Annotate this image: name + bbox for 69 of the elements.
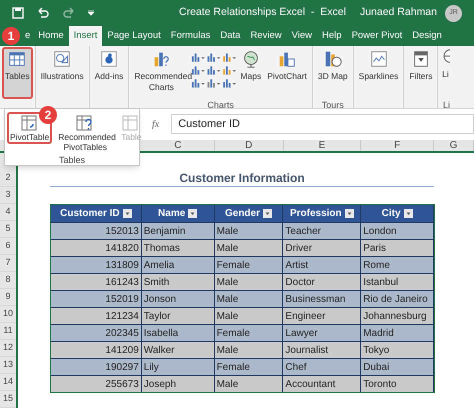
row-number[interactable]: 10 bbox=[0, 306, 16, 323]
function-icon[interactable]: fx bbox=[152, 116, 160, 132]
ribbon-button[interactable]: Filters bbox=[406, 47, 436, 99]
group-label: Tours bbox=[320, 99, 345, 112]
map-globe-icon bbox=[322, 49, 343, 69]
row-number[interactable]: 8 bbox=[0, 272, 16, 289]
row-number[interactable]: 9 bbox=[0, 289, 16, 306]
dropdown-item[interactable]: Recommended PivotTables bbox=[55, 112, 116, 154]
column-header[interactable]: D bbox=[214, 140, 284, 151]
undo-icon[interactable] bbox=[36, 7, 50, 19]
sheet-title: Customer Information bbox=[179, 170, 305, 187]
table-cell: Toronto bbox=[361, 376, 434, 392]
ribbon-button[interactable]: 3D Map bbox=[314, 47, 351, 99]
shapes-icon bbox=[52, 49, 72, 69]
sparkline-icon bbox=[368, 49, 388, 69]
row-number[interactable]: 12 bbox=[0, 340, 16, 357]
ribbon-tab[interactable]: Insert bbox=[68, 26, 102, 46]
column-header[interactable]: E bbox=[284, 140, 362, 151]
ribbon-tab[interactable]: Formulas bbox=[166, 26, 216, 46]
filter-dropdown-icon[interactable] bbox=[122, 209, 132, 218]
addin-icon bbox=[98, 49, 119, 69]
row-number[interactable]: 4 bbox=[0, 204, 16, 221]
filter-dropdown-icon[interactable] bbox=[188, 209, 198, 218]
ribbon-button[interactable]: Recommended Charts bbox=[131, 47, 192, 99]
ribbon-button[interactable]: Maps bbox=[237, 47, 264, 99]
ribbon-tab[interactable]: e bbox=[22, 26, 34, 46]
filter-dropdown-icon[interactable] bbox=[263, 209, 272, 218]
row-number[interactable]: 15 bbox=[0, 391, 16, 408]
table-cell: Male bbox=[214, 376, 284, 392]
table-cell: Accountant bbox=[283, 376, 362, 392]
save-icon[interactable] bbox=[12, 7, 24, 19]
table-cell: Joseph bbox=[142, 376, 215, 392]
column-header[interactable]: C bbox=[142, 140, 215, 151]
ribbon-button[interactable]: Illustrations bbox=[38, 47, 87, 99]
ribbon-tab[interactable]: Design bbox=[407, 26, 447, 46]
group-label: Tables bbox=[58, 154, 86, 167]
step-badge: 2 bbox=[39, 106, 57, 124]
ribbon-tab[interactable]: Review bbox=[245, 26, 287, 46]
row-number[interactable]: 2 bbox=[0, 170, 16, 187]
window-title: Create Relationships Excel - Excel bbox=[179, 5, 346, 20]
ribbon-button[interactable]: Sparklines bbox=[356, 47, 402, 99]
formula-input[interactable]: Customer ID bbox=[171, 114, 474, 134]
row-number[interactable]: 6 bbox=[0, 238, 16, 255]
column-header[interactable]: G bbox=[434, 140, 474, 151]
column-header[interactable]: F bbox=[361, 140, 434, 151]
row-number[interactable]: 3 bbox=[0, 187, 16, 204]
ribbon-tab[interactable]: Page Layout bbox=[102, 26, 166, 46]
row-number[interactable]: 14 bbox=[0, 374, 16, 391]
row-number[interactable]: 5 bbox=[0, 221, 16, 238]
group-label: Charts bbox=[206, 99, 235, 112]
ribbon-button[interactable]: Add-ins bbox=[92, 47, 126, 99]
ribbon-tab[interactable]: View bbox=[286, 26, 318, 46]
user-name: Junaed Rahman bbox=[360, 5, 437, 20]
ribbon-tab[interactable]: Home bbox=[33, 26, 69, 46]
customize-icon[interactable] bbox=[88, 10, 94, 16]
filter-dropdown-icon[interactable] bbox=[404, 209, 413, 218]
row-number[interactable]: 13 bbox=[0, 357, 16, 374]
filter-dropdown-icon[interactable] bbox=[344, 209, 354, 218]
row-number[interactable]: 7 bbox=[0, 255, 16, 272]
ribbon-tab[interactable]: Data bbox=[215, 26, 246, 46]
ribbon-button[interactable]: Tables bbox=[2, 47, 33, 99]
ribbon-tab[interactable]: Power Pivot bbox=[346, 26, 408, 46]
table-icon bbox=[7, 49, 28, 69]
ribbon-tab[interactable]: Help bbox=[317, 26, 347, 46]
table-cell: 255673 bbox=[51, 376, 142, 392]
ribbon-button[interactable]: PivotChart bbox=[264, 47, 310, 99]
row-number[interactable]: 11 bbox=[0, 323, 16, 340]
ribbon-button[interactable]: Li bbox=[440, 47, 450, 99]
group-label: Li bbox=[442, 99, 451, 112]
